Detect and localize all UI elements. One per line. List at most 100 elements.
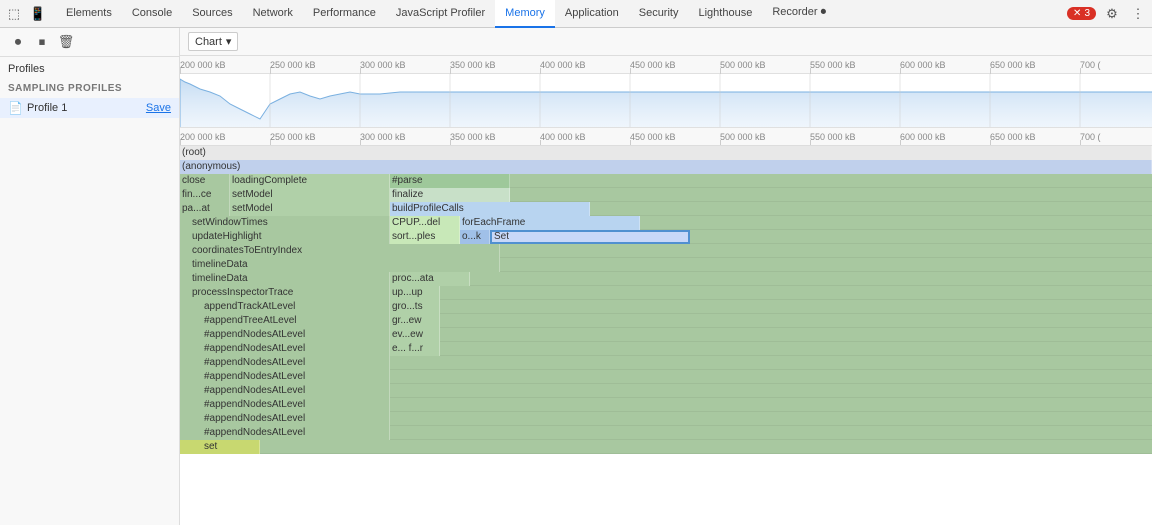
table-row[interactable]: timelineData xyxy=(180,258,1152,272)
nav-actions: ✕ 3 ⚙ ⋮ xyxy=(1067,4,1148,24)
flame-cell-appendtree: #appendTreeAtLevel xyxy=(180,314,390,328)
table-row[interactable]: #appendNodesAtLevel ev...ew xyxy=(180,328,1152,342)
ruler-tick-b9: 650 000 kB xyxy=(990,128,1036,146)
flame-cell-timelinedata2: timelineData xyxy=(180,272,390,286)
flame-cell-set-highlighted[interactable]: Set xyxy=(490,230,690,244)
ruler-tick-b0: 200 000 kB xyxy=(180,128,226,146)
flame-cell-efr: e... f...r xyxy=(390,342,440,356)
flame-cell-grew: gr...ew xyxy=(390,314,440,328)
tab-memory[interactable]: Memory xyxy=(495,0,555,28)
table-row[interactable]: coordinatesToEntryIndex xyxy=(180,244,1152,258)
ruler-tick-1: 250 000 kB xyxy=(270,56,316,74)
flame-cell-appendnodes7: #appendNodesAtLevel xyxy=(180,412,390,426)
flame-cell-updatehighlight: updateHighlight xyxy=(180,230,390,244)
profile-item[interactable]: 📄 Profile 1 Save xyxy=(0,98,179,118)
ruler-tick-0: 200 000 kB xyxy=(180,56,226,74)
ruler-tick-b7: 550 000 kB xyxy=(810,128,856,146)
ruler-tick-9: 650 000 kB xyxy=(990,56,1036,74)
table-row[interactable]: #appendTreeAtLevel gr...ew xyxy=(180,314,1152,328)
nav-tabs: Elements Console Sources Network Perform… xyxy=(56,0,836,28)
table-row[interactable]: #appendNodesAtLevel xyxy=(180,398,1152,412)
memory-chart-svg xyxy=(180,74,1152,127)
flame-cell-appendnodes8: #appendNodesAtLevel xyxy=(180,426,390,440)
chart-canvas xyxy=(180,74,1152,127)
table-row[interactable]: #appendNodesAtLevel xyxy=(180,384,1152,398)
tab-lighthouse[interactable]: Lighthouse xyxy=(688,0,762,28)
table-row[interactable]: set xyxy=(180,440,1152,454)
table-row[interactable]: updateHighlight sort...ples o...k Set xyxy=(180,230,1152,244)
table-row[interactable]: timelineData proc...ata xyxy=(180,272,1152,286)
devtools-icon-inspect[interactable]: ⬚ xyxy=(4,4,24,24)
ruler-tick-b8: 600 000 kB xyxy=(900,128,946,146)
flame-cell-processinspector: processInspectorTrace xyxy=(180,286,390,300)
chart-ruler-top: 200 000 kB 250 000 kB 300 000 kB 350 000… xyxy=(180,56,1152,74)
flame-cell-cpup: CPUP...del xyxy=(390,216,460,230)
devtools-icon-group: ⬚ 📱 xyxy=(4,4,48,24)
flame-cell-timelinedata1: timelineData xyxy=(180,258,500,272)
table-row[interactable]: processInspectorTrace up...up xyxy=(180,286,1152,300)
flame-rows: (root) (anonymous) close loadingComplete… xyxy=(180,146,1152,454)
table-row[interactable]: setWindowTimes CPUP...del forEachFrame xyxy=(180,216,1152,230)
top-nav: ⬚ 📱 Elements Console Sources Network Per… xyxy=(0,0,1152,28)
flame-cell-setwindow: setWindowTimes xyxy=(180,216,390,230)
tab-network[interactable]: Network xyxy=(243,0,303,28)
chart-select[interactable]: Chart ▾ xyxy=(188,32,238,51)
profile-icon: 📄 xyxy=(8,101,23,115)
tab-application[interactable]: Application xyxy=(555,0,629,28)
flame-cell-appendnodes3: #appendNodesAtLevel xyxy=(180,356,390,370)
ruler-tick-b3: 350 000 kB xyxy=(450,128,496,146)
tab-recorder[interactable]: Recorder ⏺ xyxy=(762,0,836,28)
profile-item-left: 📄 Profile 1 xyxy=(8,101,67,115)
ruler-tick-b4: 400 000 kB xyxy=(540,128,586,146)
tab-elements[interactable]: Elements xyxy=(56,0,122,28)
settings-icon[interactable]: ⚙ xyxy=(1102,4,1122,24)
ruler-tick-b1: 250 000 kB xyxy=(270,128,316,146)
flame-cell-appendnodes4: #appendNodesAtLevel xyxy=(180,370,390,384)
save-link[interactable]: Save xyxy=(146,102,171,114)
table-row[interactable]: appendTrackAtLevel gro...ts xyxy=(180,300,1152,314)
tab-security[interactable]: Security xyxy=(629,0,689,28)
tab-sources[interactable]: Sources xyxy=(182,0,242,28)
chart-ruler-bottom: 200 000 kB 250 000 kB 300 000 kB 350 000… xyxy=(180,127,1152,145)
tab-performance[interactable]: Performance xyxy=(303,0,386,28)
table-row[interactable]: (anonymous) xyxy=(180,160,1152,174)
ruler-tick-5: 450 000 kB xyxy=(630,56,676,74)
stop-button[interactable]: ⏹ xyxy=(32,32,52,52)
flame-cell-foreachframe: forEachFrame xyxy=(460,216,640,230)
table-row[interactable]: (root) xyxy=(180,146,1152,160)
flame-cell-appendtrack: appendTrackAtLevel xyxy=(180,300,390,314)
devtools-icon-device[interactable]: 📱 xyxy=(28,4,48,24)
table-row[interactable]: #appendNodesAtLevel xyxy=(180,412,1152,426)
table-row[interactable]: pa...at setModel buildProfileCalls xyxy=(180,202,1152,216)
flame-cell-appendnodes6: #appendNodesAtLevel xyxy=(180,398,390,412)
delete-button[interactable]: 🗑 xyxy=(56,32,76,52)
error-badge: ✕ 3 xyxy=(1067,7,1096,20)
flame-cell-grots: gro...ts xyxy=(390,300,440,314)
flame-area[interactable]: (root) (anonymous) close loadingComplete… xyxy=(180,146,1152,525)
flame-cell-upup: up...up xyxy=(390,286,440,300)
flame-cell-finalize: finalize xyxy=(390,188,510,202)
content-area: Chart ▾ 200 000 kB 250 000 kB 300 000 kB… xyxy=(180,28,1152,525)
table-row[interactable]: close loadingComplete #parse xyxy=(180,174,1152,188)
more-options-icon[interactable]: ⋮ xyxy=(1128,4,1148,24)
chart-select-label: Chart xyxy=(195,36,222,48)
record-button[interactable]: ⏺ xyxy=(8,32,28,52)
tab-js-profiler[interactable]: JavaScript Profiler xyxy=(386,0,495,28)
table-row[interactable]: #appendNodesAtLevel e... f...r xyxy=(180,342,1152,356)
table-row[interactable]: fin...ce setModel finalize xyxy=(180,188,1152,202)
ruler-tick-b6: 500 000 kB xyxy=(720,128,766,146)
chart-area: 200 000 kB 250 000 kB 300 000 kB 350 000… xyxy=(180,56,1152,146)
flame-cell-appendnodes5: #appendNodesAtLevel xyxy=(180,384,390,398)
table-row[interactable]: #appendNodesAtLevel xyxy=(180,356,1152,370)
profile-name: Profile 1 xyxy=(27,102,67,114)
flame-cell-set: set xyxy=(180,440,260,454)
flame-cell-root: (root) xyxy=(180,146,1152,160)
main-layout: ⏺ ⏹ 🗑 Profiles SAMPLING PROFILES 📄 Profi… xyxy=(0,28,1152,525)
tab-console[interactable]: Console xyxy=(122,0,182,28)
table-row[interactable]: #appendNodesAtLevel xyxy=(180,426,1152,440)
table-row[interactable]: #appendNodesAtLevel xyxy=(180,370,1152,384)
flame-cell-fince: fin...ce xyxy=(180,188,230,202)
sidebar-toolbar: ⏺ ⏹ 🗑 xyxy=(0,28,179,57)
flame-cell-coordtoentry: coordinatesToEntryIndex xyxy=(180,244,500,258)
sidebar: ⏺ ⏹ 🗑 Profiles SAMPLING PROFILES 📄 Profi… xyxy=(0,28,180,525)
